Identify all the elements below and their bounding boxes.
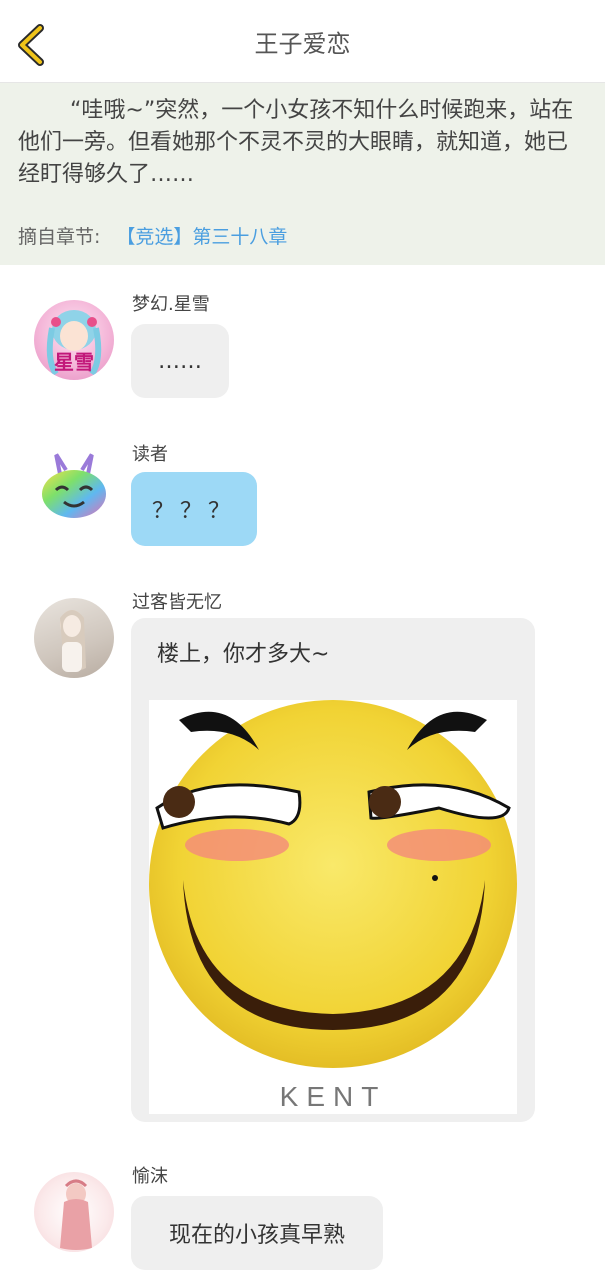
comment-text: ？？？ [151,499,236,524]
avatar[interactable] [34,598,114,678]
comment-text: 现在的小孩真早熟 [168,1223,345,1248]
comment-bubble: 现在的小孩真早熟 [131,1196,383,1270]
source-label: 摘自章节: [18,226,101,248]
girl-portrait-avatar-icon [60,610,86,672]
user-name: 梦幻.星雪 [132,294,210,315]
excerpt-source: 摘自章节: 【竞选】第三十八章 [18,222,287,249]
comment-bubble: 楼上，你才多大~ KENT [131,618,535,1122]
user-name: 读者 [132,444,168,465]
user-name: 过客皆无忆 [132,592,222,613]
comment-bubble: ？？？ [131,472,257,546]
comment-bubble: …… [131,324,229,398]
comment-text: …… [158,348,202,374]
comment-text: 楼上，你才多大~ [157,642,330,667]
user-name: 愉沫 [132,1166,168,1187]
smirk-face-icon: KENT [149,700,517,1112]
pink-figure-avatar-icon [60,1179,92,1250]
avatar[interactable] [34,450,114,530]
avatar[interactable] [34,1172,114,1252]
avatar[interactable]: 星雪 [34,300,114,380]
image-watermark: KENT [280,1081,387,1112]
chapter-link[interactable]: 【竞选】第三十八章 [116,226,287,248]
excerpt-text: “哇哦~”突然，一个小女孩不知什么时候跑来，站在他们一旁。但看她那个不灵不灵的大… [18,98,574,187]
page-title: 王子爱恋 [254,30,351,58]
top-bar: 王子爱恋 [0,0,605,83]
avatar-text: 星雪 [54,350,94,374]
emoji-image[interactable]: KENT [149,700,517,1114]
rainbow-bunny-avatar-icon [42,452,106,518]
